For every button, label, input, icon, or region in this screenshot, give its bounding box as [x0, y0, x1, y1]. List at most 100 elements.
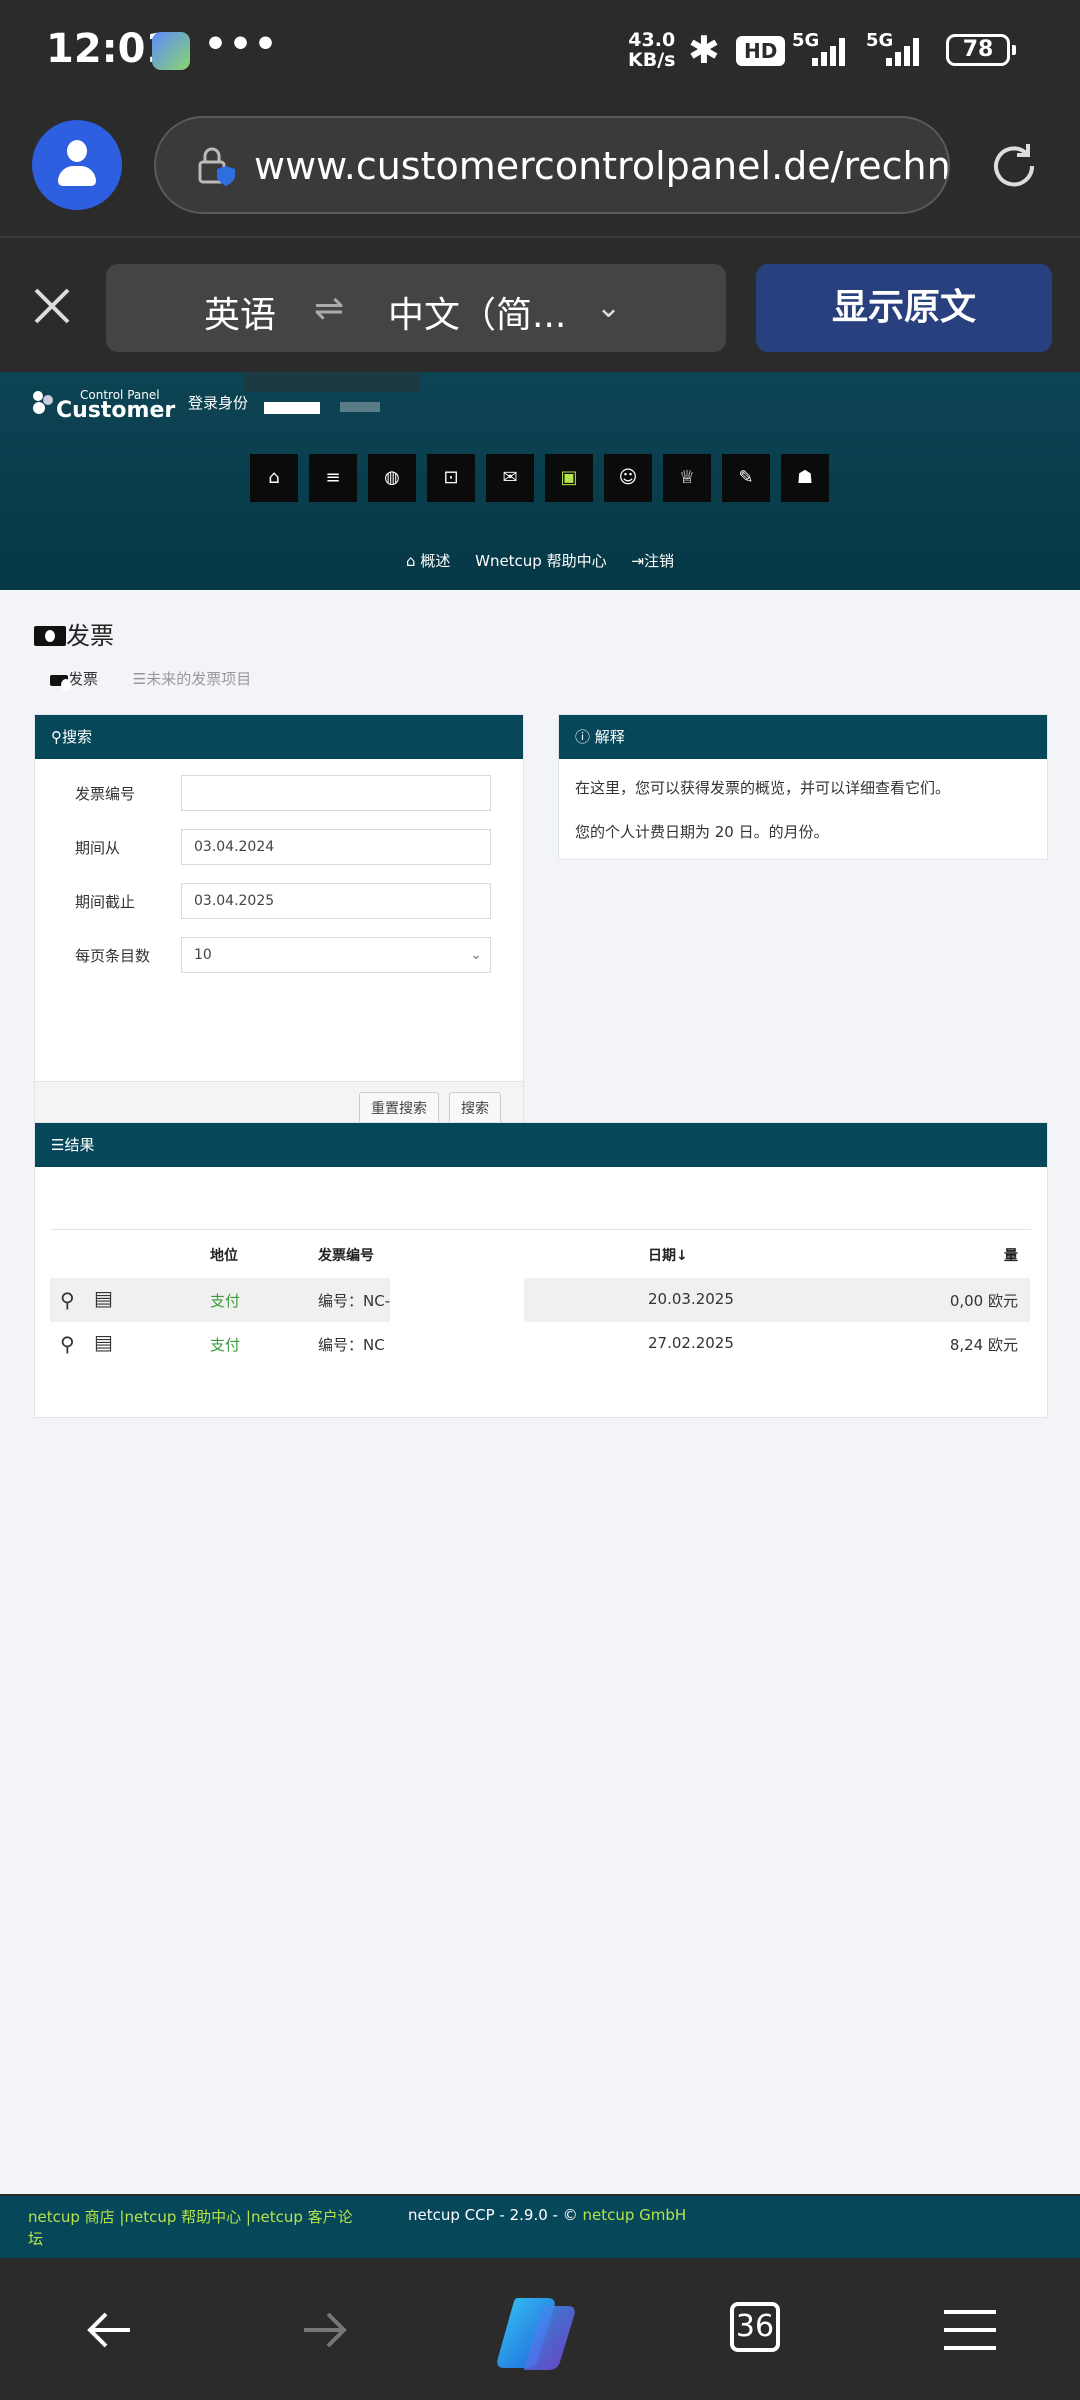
close-icon[interactable] [28, 282, 76, 330]
logout-icon: ⇥ [631, 552, 644, 570]
company-link[interactable]: netcup GmbH [583, 2206, 687, 2224]
sub-navigation: ⌂ 概述 Wnetcup 帮助中心 ⇥注销 [0, 550, 1080, 571]
invoice-amount: 8,24 欧元 [949, 1336, 1018, 1354]
show-original-button[interactable]: 显示原文 [756, 264, 1052, 352]
back-arrow-icon[interactable] [78, 2298, 142, 2362]
browser-toolbar: www.customercontrolpanel.de/rechnungen [0, 100, 1080, 236]
chevron-down-icon: ⌄ [596, 290, 622, 325]
period-to-label: 期间截止 [75, 893, 136, 911]
period-to-input[interactable]: 03.04.2025 [181, 883, 491, 919]
translation-bar: 英语 ⇌ 中文（简... ⌄ 显示原文 [0, 236, 1080, 372]
footer-links[interactable]: netcup 商店 |netcup 帮助中心 |netcup 客户论坛 [28, 2206, 358, 2250]
trophy-icon[interactable]: ♕ [663, 454, 711, 502]
results-panel: ☰结果 [34, 1122, 1048, 1418]
status-paid: 支付 [210, 1292, 241, 1310]
web-page: Control Panel Customer 登录身份 ⌂ ≡ ◍ ⊡ ✉ ▣ … [0, 372, 1080, 2258]
invoice-number-input[interactable] [181, 775, 491, 811]
signal-bars-icon-2 [886, 38, 924, 66]
database-icon[interactable]: ≡ [309, 454, 357, 502]
column-invoice-number[interactable]: 发票编号 [318, 1245, 374, 1265]
bluetooth-icon: ✱ [688, 28, 720, 72]
swap-arrows-icon[interactable]: ⇌ [314, 288, 344, 329]
redacted-area-3 [340, 402, 380, 412]
money-icon [34, 626, 66, 646]
help-center-link[interactable]: Wnetcup 帮助中心 [475, 552, 607, 570]
mail-icon[interactable]: ✉ [486, 454, 534, 502]
url-text: www.customercontrolpanel.de/rechnungen [254, 144, 950, 188]
search-button[interactable]: 搜索 [449, 1092, 501, 1126]
pdf-icon[interactable]: ▤ [94, 1286, 113, 1310]
list-icon-2: ☰ [51, 1136, 65, 1154]
explanation-line-2: 您的个人计费日期为 20 日。的月份。 [575, 823, 829, 841]
list-icon: ☰ [132, 670, 147, 688]
gallery-app-icon [152, 32, 190, 70]
info-icon: ⓘ [575, 728, 591, 746]
browser-bottom-nav: 36 [0, 2258, 1080, 2400]
language-selector[interactable]: 英语 ⇌ 中文（简... ⌄ [106, 264, 726, 352]
sort-down-icon: ↓ [676, 1248, 688, 1264]
target-language: 中文（简... [388, 295, 567, 336]
site-footer: netcup 商店 |netcup 帮助中心 |netcup 客户论坛 netc… [0, 2196, 1080, 2258]
explanation-panel: ⓘ 解释 在这里，您可以获得发票的概览，并可以详细查看它们。 您的个人计费日期为… [558, 714, 1048, 860]
globe-icon[interactable]: ◍ [368, 454, 416, 502]
hd-voice-icon: HD [736, 36, 786, 66]
search-icon: ⚲ [51, 728, 62, 746]
signal-bars-icon [812, 38, 850, 66]
more-notifications-icon: ••• [204, 24, 280, 65]
view-detail-icon[interactable]: ⚲ [60, 1288, 75, 1312]
money-small-icon [50, 675, 71, 691]
redacted-area-5 [386, 1328, 466, 1354]
lock-shield-icon [198, 147, 235, 186]
page-title: 发票 [34, 616, 114, 651]
overview-link[interactable]: ⌂ 概述 [406, 552, 450, 570]
status-paid: 支付 [210, 1336, 241, 1354]
address-bar[interactable]: www.customercontrolpanel.de/rechnungen [154, 116, 950, 214]
results-panel-header: ☰结果 [35, 1123, 1047, 1167]
invoice-date: 20.03.2025 [648, 1290, 734, 1308]
logout-link[interactable]: ⇥注销 [631, 552, 674, 570]
source-language: 英语 [204, 295, 277, 336]
edit-icon[interactable]: ✎ [722, 454, 770, 502]
period-from-label: 期间从 [75, 839, 121, 857]
invoice-date: 27.02.2025 [648, 1334, 734, 1352]
column-date[interactable]: 日期↓ [648, 1245, 688, 1265]
per-page-select[interactable]: 10 ⌄ [181, 937, 491, 973]
tab-invoices[interactable]: 发票 [50, 668, 98, 691]
invoice-number-label: 发票编号 [75, 785, 136, 803]
forward-arrow-icon[interactable] [292, 2298, 356, 2362]
view-detail-icon[interactable]: ⚲ [60, 1332, 75, 1356]
search-panel: ⚲搜索 发票编号 期间从 03.04.2024 期间截止 03.04.2025 … [34, 714, 524, 1138]
smiley-icon[interactable]: ☺ [604, 454, 652, 502]
control-panel-header: Control Panel Customer 登录身份 ⌂ ≡ ◍ ⊡ ✉ ▣ … [0, 372, 1080, 590]
home-small-icon: ⌂ [406, 552, 416, 570]
period-from-input[interactable]: 03.04.2024 [181, 829, 491, 865]
chevron-down-small-icon: ⌄ [470, 947, 482, 963]
divider [51, 1229, 1031, 1230]
table-row: ⚲ ▤ 支付 编号：NC- 20.03.2025 0,00 欧元 [50, 1278, 1030, 1322]
login-as-label: 登录身份 [188, 394, 249, 412]
profile-avatar[interactable] [32, 120, 122, 210]
redacted-area [244, 372, 420, 392]
status-bar: 12:01 ••• 43.0 KB/s ✱ HD 5G 5G 78 [0, 0, 1080, 100]
invoice-number: 编号：NC- [318, 1292, 391, 1310]
menu-icon[interactable] [938, 2298, 1002, 2362]
tab-switcher-button[interactable]: 36 [730, 2302, 780, 2352]
explanation-panel-header: ⓘ 解释 [559, 715, 1047, 759]
footer-version: netcup CCP - 2.9.0 - © netcup GmbH [408, 2206, 687, 2224]
lock-icon[interactable]: ⊡ [427, 454, 475, 502]
column-amount[interactable]: 量 [1004, 1245, 1018, 1265]
reload-icon[interactable] [984, 136, 1044, 196]
invoice-number: 编号：NC [318, 1336, 385, 1354]
reset-search-button[interactable]: 重置搜索 [359, 1092, 439, 1126]
copilot-icon[interactable] [496, 2292, 582, 2370]
tab-future-invoice-items[interactable]: ☰未来的发票项目 [133, 668, 251, 689]
invoice-amount: 0,00 欧元 [949, 1292, 1018, 1310]
home-icon[interactable]: ⌂ [250, 454, 298, 502]
per-page-label: 每页条目数 [75, 947, 151, 965]
invoice-money-icon[interactable]: ▣ [545, 454, 593, 502]
pdf-icon[interactable]: ▤ [94, 1330, 113, 1354]
invoice-tabs: 发票 ☰未来的发票项目 [50, 668, 281, 691]
column-status[interactable]: 地位 [210, 1245, 238, 1265]
user-icon[interactable]: ☗ [781, 454, 829, 502]
redacted-area-2 [264, 402, 320, 414]
